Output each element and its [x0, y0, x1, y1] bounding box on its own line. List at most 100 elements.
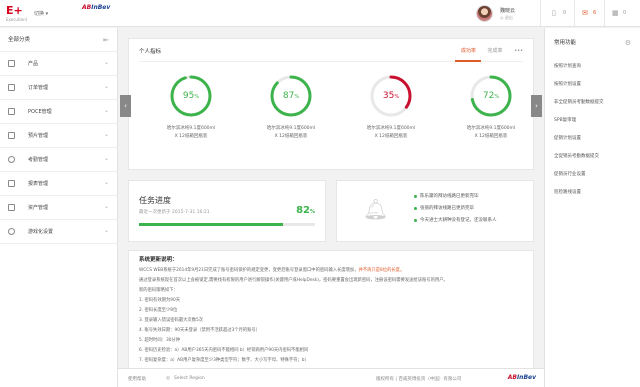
more-icon[interactable]: •••	[514, 48, 523, 54]
divider	[604, 0, 605, 27]
carousel-prev-button[interactable]: ‹	[120, 95, 131, 117]
store-icon	[8, 108, 15, 115]
progress-bar-fill	[139, 223, 284, 226]
switch-menu[interactable]: 切换 ▾	[34, 10, 48, 17]
carousel-next-button[interactable]: ›	[531, 95, 542, 117]
sidebar-item-label: 报表管理	[28, 181, 49, 187]
gauge-value: 72%	[482, 91, 500, 101]
favorite-link[interactable]: 促销员行业设置	[545, 166, 640, 184]
sidebar-item-label: 订单管理	[28, 85, 49, 91]
sidebar-item-reports[interactable]: 报表管理 ⌄	[0, 172, 117, 196]
gear-icon[interactable]: ⚙	[625, 28, 631, 58]
collapse-menu-icon[interactable]: ⇤	[103, 28, 109, 52]
rule-item: 1. 密码有效期为90天	[139, 298, 181, 303]
chevron-down-icon: ⌄	[103, 131, 109, 138]
chart-icon	[8, 132, 15, 139]
update-notes-title: 系统更新说明：	[139, 257, 178, 263]
sidebar-item-product[interactable]: 产品 ⌄	[0, 52, 117, 76]
chevron-down-icon: ⌄	[103, 155, 109, 162]
gauge-label: X 12纸箱回瓶装	[474, 134, 508, 139]
divider	[574, 0, 575, 27]
left-sidebar: 全部分类 ⇤ 产品 ⌄ 订单管理 ⌄ POCE管理 ⌄ 预片管理 ⌄ 考勤管理 …	[0, 28, 118, 387]
rule-item: 7. 密码复杂度：a）AB用户复杂度至少3种类型字符；数字、大小写字母、特殊字符…	[139, 358, 309, 363]
gauge: 35% 哈尔滨冰纯9.1度600ml X 12纸箱回瓶装	[351, 73, 431, 168]
sidebar-item-label: POCE管理	[28, 109, 52, 115]
status-dot	[414, 207, 417, 210]
logout-link[interactable]: ◎ 退出	[500, 15, 513, 21]
notification-item[interactable]: 张丽的拜访线路已更新完毕	[420, 205, 474, 211]
document-count: 0	[563, 10, 567, 16]
kpi-title: 个人指标	[139, 49, 162, 55]
favorite-link[interactable]: 促销计划设置	[545, 130, 640, 148]
status-dot	[414, 195, 417, 198]
globe-icon: ◎	[166, 376, 170, 381]
update-notes-text: 新的密码策略如下：	[139, 288, 178, 293]
right-sidebar: 常用功能 ⚙ 按照计划查询 按照计划设置 非全促销员考勤数据提交 SPB复审理 …	[544, 28, 640, 387]
tab-completion-rate[interactable]: 完成率	[488, 47, 503, 54]
kpi-tabs: 成功率 完成率 •••	[451, 47, 523, 54]
favorite-link[interactable]: 全促销员考勤数据提交	[545, 148, 640, 166]
sidebar-item-attendance[interactable]: 考勤管理 ⌄	[0, 148, 117, 172]
app-logo[interactable]: E+	[6, 5, 23, 16]
gauge: 72% 哈尔滨冰纯9.1度600ml X 12纸箱回瓶装	[451, 73, 531, 168]
top-bar: E+ ExecutionI 切换 ▾ ABInBev 魏晓云 ◎ 退出 ▯ 0 …	[0, 0, 640, 27]
gauge-label: X 12纸箱回瓶装	[174, 134, 208, 139]
rule-item: 2. 密码长度至少8位	[139, 308, 178, 313]
sidebar-item-label: 考勤管理	[28, 157, 49, 163]
notification-item[interactable]: 陈乐黛的拜访线路已更新完毕	[420, 193, 479, 199]
gauge: 95% 哈尔滨冰纯9.1度600ml X 12纸箱回瓶装	[151, 73, 231, 168]
chevron-down-icon: ⌄	[103, 179, 109, 186]
favorite-link[interactable]: 按照计划查询	[545, 58, 640, 76]
gauge-value: 87%	[282, 91, 300, 101]
gauge-value: 35%	[382, 91, 400, 101]
brand-logo: ABInBev	[82, 4, 111, 11]
chevron-down-icon: ⌄	[103, 227, 109, 234]
gauge-label: 哈尔滨冰纯9.1度600ml	[166, 126, 216, 131]
asset-icon	[8, 204, 15, 211]
avatar[interactable]	[476, 5, 493, 22]
help-link[interactable]: 使用帮助	[128, 376, 146, 382]
favorite-link[interactable]: 按照计划设置	[545, 76, 640, 94]
clipboard-icon	[8, 84, 15, 91]
document-icon[interactable]: ▯	[552, 9, 556, 17]
sidebar-item-orders[interactable]: 订单管理 ⌄	[0, 76, 117, 100]
sidebar-item-gamification[interactable]: 游戏化设置 ⌄	[0, 220, 117, 244]
copyright: 版权所有 | 百威英博投资（中国）有限公司	[376, 377, 462, 382]
update-notes-text: 通过登录系统现在首次以上会被锁定,需要找有权限的用户进行解锁操作(关键用户或He…	[139, 278, 448, 283]
user-name[interactable]: 魏晓云	[500, 7, 515, 14]
kpi-card: 个人指标 成功率 完成率 ••• 95% 哈尔滨冰纯9.1度600ml X 12…	[128, 38, 534, 170]
message-icon[interactable]: ✉	[582, 9, 588, 17]
rule-item: 3. 登录输入错误密码最大次数5次	[139, 318, 204, 323]
sidebar-item-label: 资产管理	[28, 205, 49, 211]
calendar-count: 0	[623, 10, 627, 16]
gauge-label: 哈尔滨冰纯9.1度600ml	[466, 126, 516, 131]
active-tab-indicator	[455, 60, 481, 62]
message-count: 6	[593, 10, 597, 16]
task-title: 任务进度	[139, 196, 171, 205]
chevron-down-icon: ⌄	[103, 59, 109, 66]
favorite-link[interactable]: SPB复审理	[545, 112, 640, 130]
cube-icon	[8, 60, 15, 67]
task-percent: 82%	[296, 205, 315, 216]
favorite-link[interactable]: 巡检路线设置	[545, 184, 640, 202]
task-progress-card: 任务进度 最近一次更新于 2015-7-31 16:21 82%	[128, 180, 326, 242]
divider	[540, 0, 541, 27]
chevron-down-icon: ⌄	[103, 107, 109, 114]
calendar-icon[interactable]: ▦	[612, 9, 619, 17]
gamepad-icon	[8, 228, 15, 235]
sidebar-item-label: 预片管理	[28, 133, 49, 139]
clock-icon	[8, 156, 15, 163]
region-select[interactable]: Select Region	[174, 376, 205, 381]
sidebar-item-poce[interactable]: POCE管理 ⌄	[0, 100, 117, 124]
sidebar-title: 全部分类	[8, 37, 31, 43]
notification-item[interactable]: 今天进士大耕种没有登记，还没联系人	[420, 217, 497, 223]
sidebar-item-assets[interactable]: 资产管理 ⌄	[0, 196, 117, 220]
footer: 使用帮助 ◎ Select Region 版权所有 | 百威英博投资（中国）有限…	[118, 368, 544, 387]
rule-item: 4. 账号失效日期：90天未登录（禁用不活跃超过3个月的账号）	[139, 328, 261, 333]
favorite-link[interactable]: 非全促销员考勤数据提交	[545, 94, 640, 112]
bell-icon: 🔔︎	[363, 197, 389, 221]
chevron-down-icon: ⌄	[103, 203, 109, 210]
tab-success-rate[interactable]: 成功率	[461, 47, 476, 54]
progress-bar	[139, 223, 315, 226]
sidebar-item-visit[interactable]: 预片管理 ⌄	[0, 124, 117, 148]
